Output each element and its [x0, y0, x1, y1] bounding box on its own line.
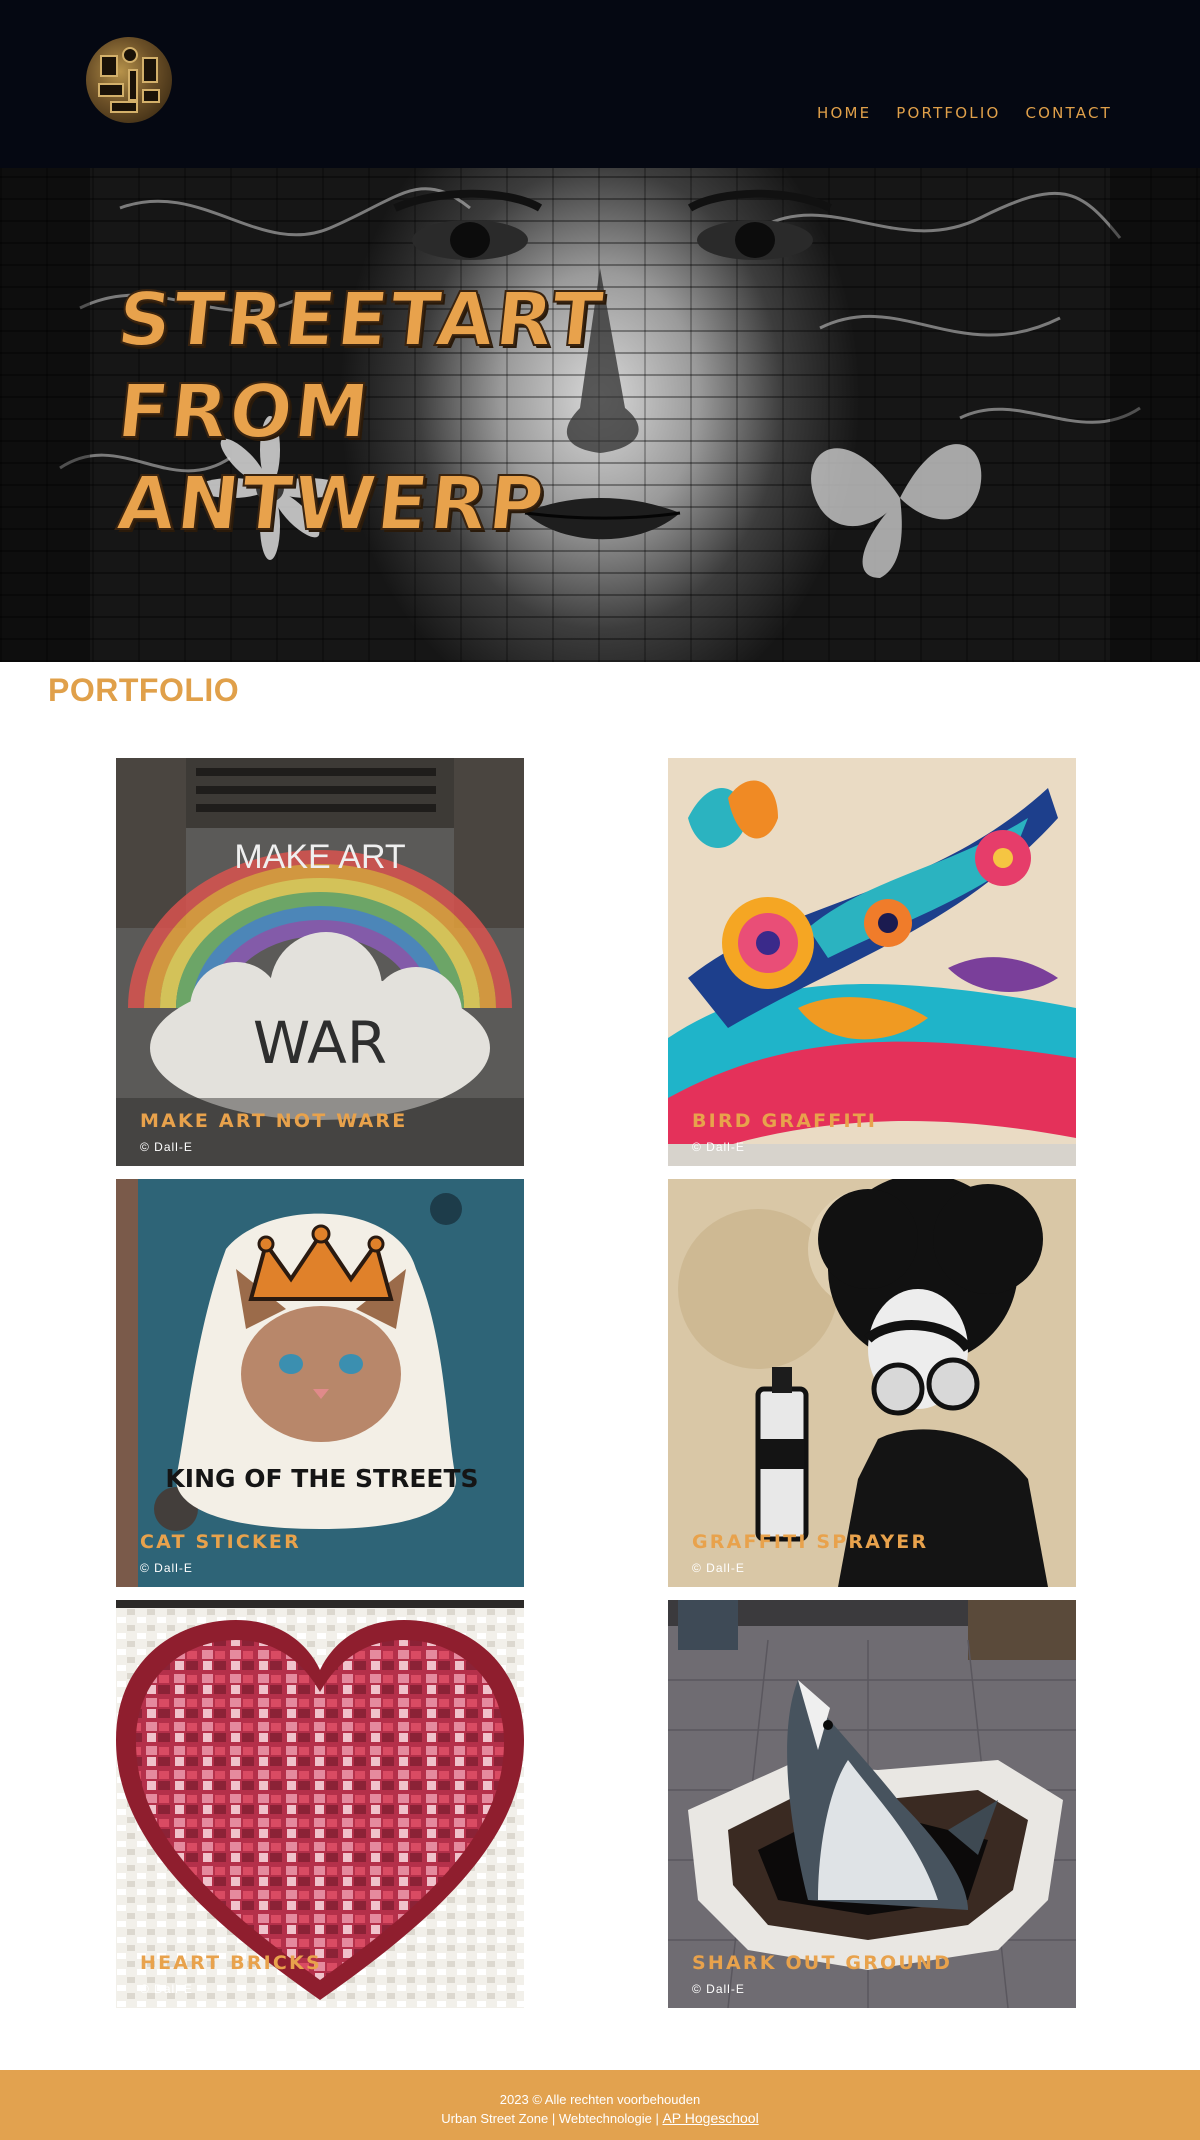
- heart-mosaic-image: [116, 1600, 524, 2008]
- chalk-text-war: WAR: [253, 1009, 387, 1077]
- main-menu: HOME PORTFOLIO CONTACT: [817, 104, 1112, 122]
- card-credit: © Dall-E: [692, 1140, 745, 1154]
- card-caption: MAKE ART NOT WARE: [140, 1110, 408, 1132]
- hero-title-line: ANTWERP: [112, 460, 550, 548]
- footer-credits-text: Urban Street Zone | Webtechnologie |: [441, 2111, 659, 2126]
- portfolio-card-graffiti-sprayer[interactable]: GRAFFITI SPRAYER © Dall-E: [668, 1179, 1076, 1587]
- nav-link-portfolio[interactable]: PORTFOLIO: [896, 104, 1000, 122]
- hero-title-line: STREETART: [112, 276, 609, 364]
- hero-banner: STREETART FROM ANTWERP: [0, 168, 1200, 662]
- card-caption: BIRD GRAFFITI: [692, 1110, 878, 1132]
- footer-credits: Urban Street Zone | Webtechnologie | AP …: [0, 2110, 1200, 2126]
- card-credit: © Dall-E: [140, 1561, 193, 1575]
- ap-hogeschool-link[interactable]: AP Hogeschool: [662, 2110, 758, 2126]
- cat-sticker-image: KING OF THE STREETS: [116, 1179, 524, 1587]
- card-caption: CAT STICKER: [140, 1531, 301, 1553]
- site-logo[interactable]: [86, 37, 172, 123]
- card-credit: © Dall-E: [692, 1561, 745, 1575]
- graffiti-sprayer-image: [668, 1179, 1076, 1587]
- copyright-text: 2023 © Alle rechten voorbehouden: [499, 2092, 701, 2107]
- hero-title: STREETART FROM ANTWERP: [112, 274, 609, 550]
- portfolio-card-bird-graffiti[interactable]: BIRD GRAFFITI © Dall-E: [668, 758, 1076, 1166]
- portfolio-card-cat-sticker[interactable]: KING OF THE STREETS CAT STICKER © Dall-E: [116, 1179, 524, 1587]
- chalk-text-make-art: MAKE ART: [234, 838, 405, 876]
- portfolio-card-shark-out-ground[interactable]: SHARK OUT GROUND © Dall-E: [668, 1600, 1076, 2008]
- nav-link-contact[interactable]: CONTACT: [1025, 104, 1112, 122]
- top-navbar: HOME PORTFOLIO CONTACT: [0, 0, 1200, 168]
- portfolio-heading: PORTFOLIO: [48, 672, 240, 708]
- card-caption: SHARK OUT GROUND: [692, 1952, 953, 1974]
- portfolio-card-heart-bricks[interactable]: HEART BRICKS © Dall-E: [116, 1600, 524, 2008]
- card-caption: GRAFFITI SPRAYER: [692, 1531, 929, 1553]
- sticker-text: KING OF THE STREETS: [165, 1464, 478, 1493]
- nav-link-home[interactable]: HOME: [817, 104, 871, 122]
- site-footer: 2023 © Alle rechten voorbehouden Urban S…: [0, 2070, 1200, 2140]
- card-credit: © Dall-E: [140, 1982, 193, 1996]
- chalk-rainbow-image: MAKE ART WAR: [116, 758, 524, 1166]
- portfolio-card-make-art-not-ware[interactable]: MAKE ART WAR MAKE ART NOT WARE © Dall-E: [116, 758, 524, 1166]
- card-credit: © Dall-E: [140, 1140, 193, 1154]
- card-caption: HEART BRICKS: [140, 1952, 322, 1974]
- shark-street-art-image: [668, 1600, 1076, 2008]
- hero-title-line: FROM: [112, 368, 375, 456]
- card-credit: © Dall-E: [692, 1982, 745, 1996]
- bird-graffiti-image: [668, 758, 1076, 1166]
